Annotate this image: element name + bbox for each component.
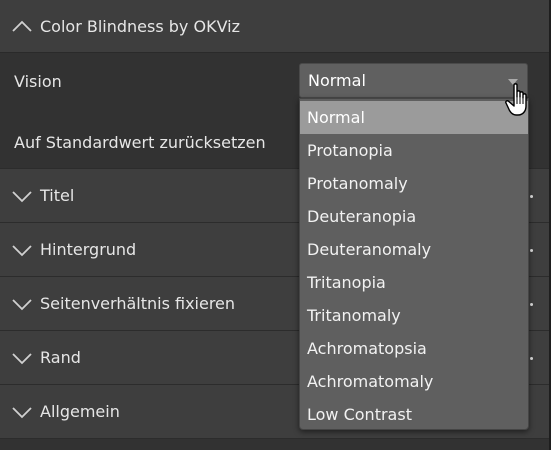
vision-label: Vision (14, 72, 62, 91)
section-label: Seitenverhältnis fixieren (40, 294, 236, 313)
vision-options-list[interactable]: Normal Protanopia Protanomaly Deuteranop… (299, 98, 529, 430)
option-deuteranopia[interactable]: Deuteranopia (300, 200, 528, 233)
section-label: Rand (40, 348, 81, 367)
section-label: Titel (40, 186, 75, 205)
section-label: Hintergrund (40, 240, 137, 259)
option-low-contrast[interactable]: Low Contrast (300, 398, 528, 431)
option-tritanomaly[interactable]: Tritanomaly (300, 299, 528, 332)
chevron-down-icon (11, 297, 33, 311)
section-header-color-blindness[interactable]: Color Blindness by OKViz (0, 0, 549, 53)
hand-pointer-icon (504, 82, 538, 118)
reset-default-link[interactable]: Auf Standardwert zurücksetzen (14, 133, 266, 152)
option-deuteranomaly[interactable]: Deuteranomaly (300, 233, 528, 266)
option-protanomaly[interactable]: Protanomaly (300, 167, 528, 200)
chevron-down-icon (11, 243, 33, 257)
toggle-indicator (530, 303, 533, 306)
chevron-down-icon (11, 351, 33, 365)
option-protanopia[interactable]: Protanopia (300, 134, 528, 167)
section-title: Color Blindness by OKViz (40, 16, 240, 36)
section-label: Allgemein (40, 402, 120, 421)
chevron-down-icon (11, 189, 33, 203)
vision-selected-value: Normal (308, 71, 366, 90)
option-normal[interactable]: Normal (300, 101, 528, 134)
toggle-indicator (530, 357, 533, 360)
chevron-down-icon (11, 405, 33, 419)
option-tritanopia[interactable]: Tritanopia (300, 266, 528, 299)
vision-dropdown[interactable]: Normal (299, 63, 528, 98)
chevron-up-icon (11, 19, 33, 33)
option-achromatomaly[interactable]: Achromatomaly (300, 365, 528, 398)
toggle-indicator (530, 249, 533, 252)
toggle-indicator (530, 195, 533, 198)
option-achromatopsia[interactable]: Achromatopsia (300, 332, 528, 365)
format-pane: Color Blindness by OKViz Vision Normal A… (0, 0, 551, 450)
